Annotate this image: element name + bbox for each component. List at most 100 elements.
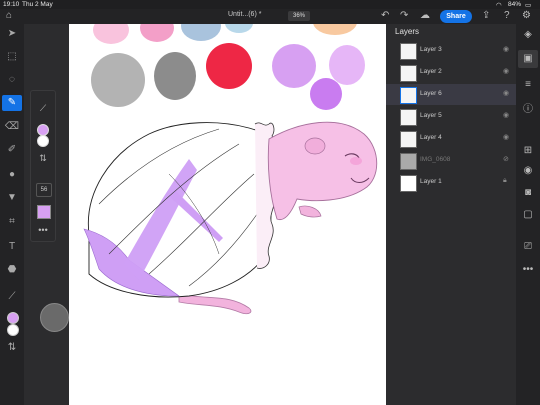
brush-icon[interactable]: ✎ [2,95,22,111]
layer-row-layer-2[interactable]: Layer 2 ◉ [386,62,516,83]
layers-panel: Layers Layer 3 ◉ Layer 2 ◉ Layer 6 ◉ Lay… [386,24,516,405]
layer-row-layer-6[interactable]: Layer 6 ◉ [386,84,516,105]
undo-icon[interactable]: ↶ [381,10,389,22]
primary-color-swatch[interactable] [7,312,19,324]
left-toolbar: ➤ ⬚ ◌ ✎ ⌫ ✐ ● ▼ ⌗ T ⬣ ⟋ ⇅ [0,24,24,405]
status-bar: 19:10 Thu 2 May ◠ 84% ▭ [0,0,540,9]
clear-icon[interactable]: ⎚ [518,238,538,256]
visibility-eye-icon[interactable]: ◉ [503,67,509,75]
layer-row-layer-4[interactable]: Layer 4 ◉ [386,128,516,149]
status-date: Thu 2 May [22,1,53,8]
zoom-level[interactable]: 36% [288,11,310,21]
cheek-blush [350,157,362,165]
transform-icon[interactable]: ⬚ [2,49,22,65]
layer-thumbnail [400,109,417,126]
ear-shape [304,137,326,155]
layer-row-layer-3[interactable]: Layer 3 ◉ [386,40,516,61]
layer-row-img-0608[interactable]: IMG_0608 ⊘ [386,150,516,171]
palette-color-6[interactable] [91,53,145,107]
palette-color-8[interactable] [206,43,252,89]
palette-color-9[interactable] [272,44,316,88]
add-layer-icon[interactable]: ⊞ [518,142,538,160]
lock-icon[interactable]: 🔒︎ [503,177,507,185]
crop-icon[interactable]: ⌗ [2,214,22,230]
tail-shape [178,293,252,315]
layer-thumbnail [400,87,417,104]
eyedropper-icon[interactable]: ⟋ [2,289,22,305]
layer-row-layer-1[interactable]: Layer 1 🔒︎ [386,172,516,193]
home-icon[interactable]: ⌂ [6,10,12,22]
palette-color-4[interactable] [225,24,253,33]
layer-name: Layer 5 [420,112,442,119]
layer-name: Layer 2 [420,68,442,75]
info-icon[interactable]: ⓘ [518,101,538,119]
wifi-icon: ◠ [496,2,502,9]
palette-color-10[interactable] [329,45,365,85]
export-icon[interactable]: ⇪ [482,10,490,22]
share-button[interactable]: Share [440,10,472,23]
palette-color-3[interactable] [181,24,221,41]
layer-name: Layer 1 [420,178,442,185]
palette-color-5[interactable] [313,24,357,35]
smudge-icon[interactable]: ✐ [2,142,22,158]
lasso-icon[interactable]: ◌ [2,72,22,88]
layer-row-layer-5[interactable]: Layer 5 ◉ [386,106,516,127]
eraser-icon[interactable]: ⌫ [2,119,22,135]
paw-shape [298,205,322,218]
layer-name: IMG_0608 [420,156,451,163]
visibility-eye-icon[interactable]: ◉ [503,111,509,119]
layer-thumbnail [400,175,417,192]
layers-panel-title: Layers [395,27,420,36]
battery-icon: ▭ [525,2,532,9]
layer-properties-icon[interactable]: ▣ [518,50,538,68]
swap-colors-icon[interactable]: ⇅ [31,153,55,164]
brush-preview-swatch[interactable] [37,205,51,219]
mask-icon[interactable]: ◙ [518,184,538,202]
select-icon[interactable]: ➤ [2,26,22,42]
cloud-icon[interactable]: ☁ [420,10,430,22]
brush-options-panel: ⟋ ⇅ 56 ••• [30,90,56,242]
palette-color-1[interactable] [93,24,129,44]
layer-thumbnail [400,43,417,60]
drawing-canvas[interactable] [69,24,386,405]
head-shape [267,121,378,221]
blur-icon[interactable]: ● [2,167,22,183]
type-icon[interactable]: T [2,239,22,255]
layers-stack-icon[interactable]: ◈ [518,26,538,44]
hidden-eye-icon[interactable]: ⊘ [503,155,509,163]
touch-modifier-button[interactable] [40,303,69,332]
layer-thumbnail [400,65,417,82]
layer-name: Layer 3 [420,46,442,53]
brush-size-value[interactable]: 56 [36,183,52,197]
right-toolbar: ◈ ▣ ≡ ⓘ ⊞ ◉ ◙ ▢ ⎚ ••• [516,24,540,405]
visibility-icon[interactable]: ◉ [518,162,538,180]
palette-color-7[interactable] [154,52,196,100]
redo-icon[interactable]: ↷ [400,10,408,22]
more-options-icon[interactable]: ••• [518,261,538,279]
more-options-icon[interactable]: ••• [31,225,55,235]
palette-color-2[interactable] [140,24,174,42]
liquify-icon[interactable]: ⬣ [2,262,22,278]
palette-color-11[interactable] [310,78,342,110]
document-title[interactable]: Untit...(6) * [228,11,261,18]
fill-icon[interactable]: ▼ [2,190,22,206]
settings-gear-icon[interactable]: ⚙ [522,10,531,22]
battery-label: 84% [508,1,522,8]
visibility-eye-icon[interactable]: ◉ [503,133,509,141]
adjustments-icon[interactable]: ≡ [518,76,538,94]
eyedropper-icon[interactable]: ⟋ [31,103,55,114]
layer-name: Layer 6 [420,90,442,97]
layer-thumbnail [400,131,417,148]
visibility-eye-icon[interactable]: ◉ [503,45,509,53]
help-icon[interactable]: ? [504,10,510,22]
layer-name: Layer 4 [420,134,442,141]
layer-thumbnail [400,153,417,170]
artwork [83,24,378,315]
swap-colors-icon[interactable]: ⇅ [2,340,22,356]
status-time: 19:10 [3,1,20,8]
top-toolbar: ⌂ Untit...(6) * 36% ↶ ↷ ☁ Share ⇪ ? ⚙ [0,9,540,24]
secondary-color-swatch[interactable] [37,135,49,147]
visibility-eye-icon[interactable]: ◉ [503,89,509,97]
secondary-color-swatch[interactable] [7,324,19,336]
fx-icon[interactable]: ▢ [518,206,538,224]
